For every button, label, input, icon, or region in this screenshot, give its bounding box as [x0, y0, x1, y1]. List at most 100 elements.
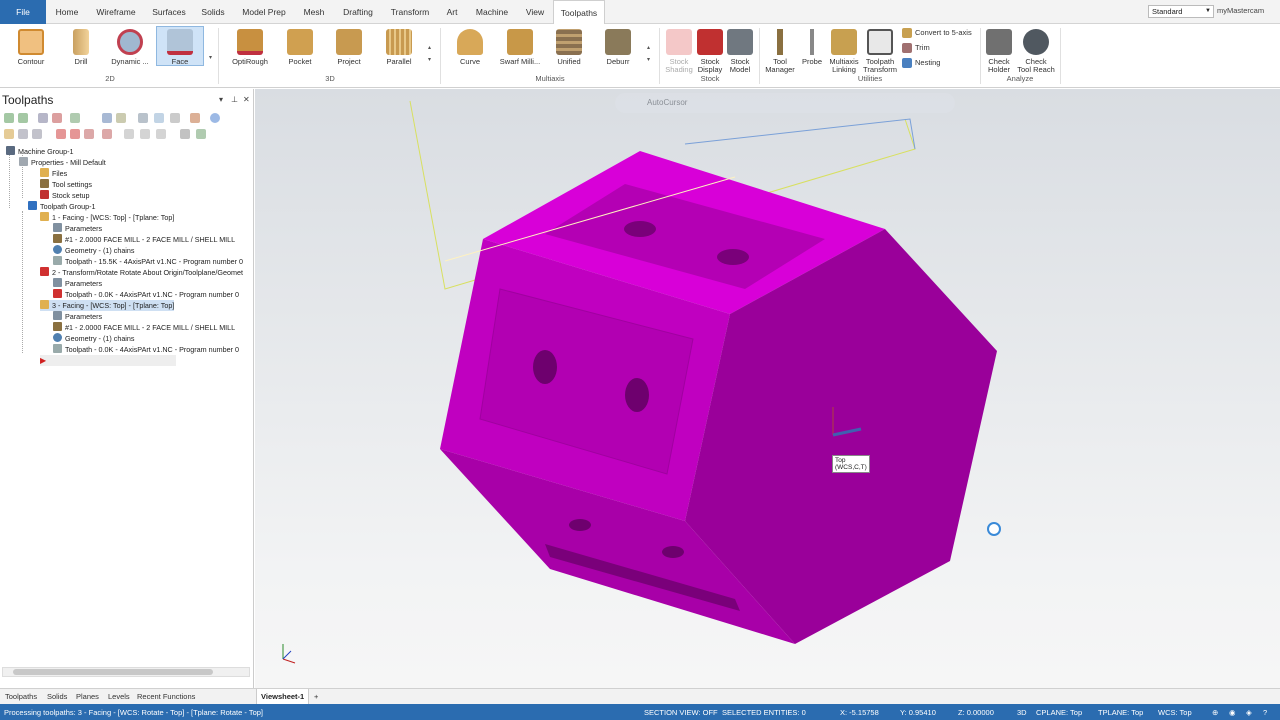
cplane-selector[interactable]: CPLANE: Top — [1036, 708, 1082, 717]
more-3d-chevron-icon[interactable]: ▴ — [428, 44, 431, 51]
high-feed-icon[interactable] — [154, 113, 164, 123]
regenerate-icon[interactable] — [38, 113, 48, 123]
sphere-icon[interactable]: ◉ — [1229, 708, 1236, 717]
simulate-icon[interactable] — [116, 113, 126, 123]
panel-horizontal-scrollbar[interactable] — [2, 667, 250, 677]
deburr-button[interactable]: Deburr — [595, 27, 641, 89]
tab-toolpaths-manager[interactable]: Toolpaths — [5, 692, 37, 701]
group-stock-label: Stock — [700, 74, 720, 83]
shaded-icon[interactable]: ◈ — [1246, 708, 1252, 717]
tool-manager-button[interactable]: Tool Manager — [762, 27, 798, 89]
insert-arrow-row[interactable]: ▶ — [40, 355, 176, 366]
nesting-button[interactable]: Nesting — [902, 57, 940, 69]
more-2d-chevron-icon[interactable]: ▾ — [209, 54, 212, 61]
tplane-selector[interactable]: TPLANE: Top — [1098, 708, 1143, 717]
tree-item-tool-settings[interactable]: Tool settings — [40, 179, 92, 190]
viewsheet-tab[interactable]: Viewsheet-1 — [256, 689, 310, 705]
tree-item-geometry[interactable]: Geometry - (1) chains — [53, 245, 135, 256]
help-icon[interactable] — [210, 113, 220, 123]
my-mastercam-link[interactable]: myMastercam — [1217, 6, 1264, 15]
more-3d-chevron-down-icon[interactable]: ▾ — [428, 56, 431, 63]
wcs-selector[interactable]: WCS: Top — [1158, 708, 1192, 717]
group-icon[interactable] — [180, 129, 190, 139]
tree-item-toolpath-group[interactable]: Toolpath Group-1 — [28, 201, 96, 212]
tab-planes-manager[interactable]: Planes — [76, 692, 99, 701]
convert-to-5-axis-button[interactable]: Convert to 5-axis — [902, 27, 972, 39]
toggle-posting-icon[interactable] — [18, 129, 28, 139]
tab-solids[interactable]: Solids — [198, 0, 228, 24]
select-all-icon[interactable] — [4, 113, 14, 123]
tree-item-files[interactable]: Files — [40, 168, 67, 179]
tab-transform[interactable]: Transform — [388, 0, 432, 24]
configuration-select[interactable]: Standard ▼ — [1148, 5, 1214, 18]
tree-item-properties[interactable]: Properties - Mill Default — [19, 157, 106, 168]
tab-model-prep[interactable]: Model Prep — [240, 0, 288, 24]
tab-levels-manager[interactable]: Levels — [108, 692, 130, 701]
lock-icon[interactable] — [190, 113, 200, 123]
face-button[interactable]: Face — [156, 26, 204, 66]
move-down-icon[interactable] — [56, 129, 66, 139]
stock-model-button[interactable]: Stock Model — [722, 27, 758, 89]
curve-button[interactable]: Curve — [447, 27, 493, 89]
select-dirty-icon[interactable] — [18, 113, 28, 123]
scrollbar-thumb[interactable] — [13, 669, 213, 675]
pin-icon[interactable]: ⊥ — [231, 95, 238, 104]
copy-icon[interactable] — [140, 129, 150, 139]
filter-icon[interactable] — [196, 129, 206, 139]
toggle-display-icon[interactable] — [4, 129, 14, 139]
optirough-button[interactable]: OptiRough — [227, 27, 273, 89]
tab-view[interactable]: View — [522, 0, 548, 24]
insert-arrow-icon[interactable] — [84, 129, 94, 139]
expand-icon[interactable] — [32, 129, 42, 139]
tab-machine[interactable]: Machine — [472, 0, 512, 24]
section-view-toggle[interactable]: SECTION VIEW: OFF — [644, 708, 718, 717]
tab-art[interactable]: Art — [442, 0, 462, 24]
graphics-viewport[interactable]: AutoCursor Top (WCS,C,T) — [255, 89, 1280, 688]
tree-item-op-3[interactable]: 3 - Facing - [WCS: Top] - [Tplane: Top] — [40, 300, 175, 311]
tree-item-parameters[interactable]: Parameters — [53, 278, 102, 289]
tab-surfaces[interactable]: Surfaces — [150, 0, 188, 24]
add-viewsheet-button[interactable]: + — [314, 692, 318, 701]
more-multiaxis-chevron-down-icon[interactable]: ▾ — [647, 56, 650, 63]
mode-3d-toggle[interactable]: 3D — [1017, 708, 1027, 717]
tree-item-tool[interactable]: #1 - 2.0000 FACE MILL - 2 FACE MILL / SH… — [53, 234, 235, 245]
tab-mesh[interactable]: Mesh — [300, 0, 328, 24]
tree-item-toolpath[interactable]: Toolpath - 15.5K - 4AxisPArt v1.NC - Pro… — [53, 256, 243, 267]
tab-toolpaths[interactable]: Toolpaths — [553, 0, 605, 25]
tree-item-op-1[interactable]: 1 - Facing - [WCS: Top] - [Tplane: Top] — [40, 212, 174, 223]
panel-dropdown-icon[interactable]: ▾ — [219, 95, 223, 104]
tree-item-op-2[interactable]: 2 - Transform/Rotate Rotate About Origin… — [40, 267, 243, 278]
tree-item-toolpath[interactable]: Toolpath - 0.0K - 4AxisPArt v1.NC - Prog… — [53, 344, 239, 355]
regenerate-dirty-icon[interactable] — [52, 113, 62, 123]
backplot-icon[interactable] — [70, 113, 80, 123]
move-up-icon[interactable] — [70, 129, 80, 139]
tree-item-parameters[interactable]: Parameters — [53, 311, 102, 322]
tree-item-machine-group[interactable]: Machine Group-1 — [6, 146, 74, 157]
tree-item-tool[interactable]: #1 - 2.0000 FACE MILL - 2 FACE MILL / SH… — [53, 322, 235, 333]
tab-wireframe[interactable]: Wireframe — [94, 0, 138, 24]
post-icon[interactable] — [138, 113, 148, 123]
tab-recent-functions[interactable]: Recent Functions — [137, 692, 195, 701]
help-icon[interactable]: ? — [1263, 708, 1267, 717]
close-icon[interactable]: ✕ — [243, 95, 250, 104]
verify-icon[interactable] — [102, 113, 112, 123]
contour-button[interactable]: Contour — [8, 27, 54, 89]
paste-icon[interactable] — [156, 129, 166, 139]
tree-item-stock-setup[interactable]: Stock setup — [40, 190, 90, 201]
parallel-button[interactable]: Parallel — [376, 27, 422, 89]
more-multiaxis-chevron-icon[interactable]: ▴ — [647, 44, 650, 51]
globe-icon[interactable]: ⊕ — [1212, 708, 1218, 717]
tree-item-parameters[interactable]: Parameters — [53, 223, 102, 234]
tree-item-geometry[interactable]: Geometry - (1) chains — [53, 333, 135, 344]
trim-button[interactable]: Trim — [902, 42, 930, 54]
probe-button[interactable]: Probe — [794, 27, 830, 89]
selected-entities[interactable]: SELECTED ENTITIES: 0 — [722, 708, 806, 717]
tab-file[interactable]: File — [0, 0, 46, 24]
tree-item-toolpath[interactable]: Toolpath - 0.0K - 4AxisPArt v1.NC - Prog… — [53, 289, 239, 300]
tab-home[interactable]: Home — [52, 0, 82, 24]
delete-operations-icon[interactable] — [170, 113, 180, 123]
single-op-icon[interactable] — [124, 129, 134, 139]
tab-solids-manager[interactable]: Solids — [47, 692, 67, 701]
scroll-to-insert-icon[interactable] — [102, 129, 112, 139]
tab-drafting[interactable]: Drafting — [338, 0, 378, 24]
